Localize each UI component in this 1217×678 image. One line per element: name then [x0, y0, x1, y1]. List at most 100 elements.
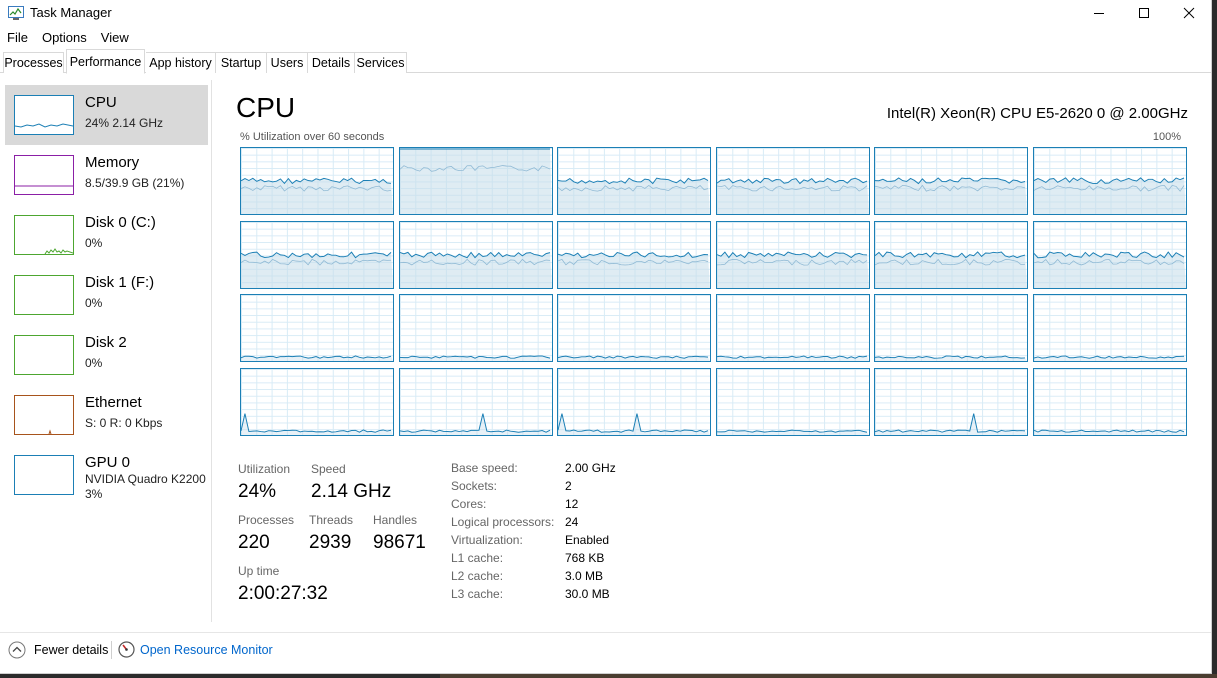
spec-row-cores: Cores: 12: [451, 497, 751, 515]
memory-thumbnail-graph: [14, 155, 74, 195]
close-button[interactable]: [1166, 0, 1212, 26]
task-manager-window: Task Manager File Options View Processes…: [0, 0, 1212, 674]
utilization-area: [399, 148, 552, 214]
task-manager-icon: [8, 6, 24, 20]
fewer-details-button[interactable]: Fewer details: [34, 643, 108, 657]
utilization-area: [399, 355, 552, 361]
sidebar-item-detail: S: 0 R: 0 Kbps: [85, 416, 163, 430]
desktop-background: [440, 674, 1217, 678]
logical-processor-graph: [557, 294, 712, 362]
sidebar-item-disk1[interactable]: Disk 1 (F:) 0%: [5, 265, 208, 325]
disk0-thumbnail-graph: [14, 215, 74, 255]
utilization-area: [716, 251, 869, 288]
sidebar-item-label: GPU 0: [85, 454, 131, 471]
sidebar-item-cpu[interactable]: CPU 24% 2.14 GHz: [5, 85, 208, 145]
logical-processor-graph: [874, 294, 1029, 362]
utilization-line: [399, 413, 550, 433]
utilization-area: [875, 177, 1028, 214]
utilization-area: [875, 413, 1028, 435]
tab-processes[interactable]: Processes: [3, 52, 64, 73]
tab-startup[interactable]: Startup: [216, 52, 267, 73]
spec-value: 3.0 MB: [565, 569, 604, 583]
disk1-thumbnail-graph: [14, 275, 74, 315]
spec-key: Base speed:: [451, 461, 518, 475]
sidebar-item-detail: 24% 2.14 GHz: [85, 116, 164, 130]
utilization-area: [558, 413, 711, 435]
menu-file[interactable]: File: [0, 28, 35, 48]
close-icon: [1183, 7, 1195, 19]
menu-view[interactable]: View: [94, 28, 136, 48]
minimize-icon: [1094, 13, 1104, 14]
utilization-area: [241, 178, 393, 214]
logical-processor-graphs: [240, 147, 1187, 436]
utilization-line: [558, 413, 709, 433]
chevron-up-circle-icon[interactable]: [8, 641, 26, 659]
open-resource-monitor-link[interactable]: Open Resource Monitor: [140, 643, 273, 657]
spec-row-virtualization: Virtualization: Enabled: [451, 533, 751, 551]
speed-value: 2.14 GHz: [311, 481, 392, 502]
cpu-thumbnail-graph: [14, 95, 74, 135]
sidebar-item-ethernet[interactable]: Ethernet S: 0 R: 0 Kbps: [5, 385, 208, 445]
utilization-area: [875, 251, 1028, 288]
logical-processor-graph: [874, 147, 1029, 215]
sidebar-item-memory[interactable]: Memory 8.5/39.9 GB (21%): [5, 145, 208, 205]
logical-processor-graph: [398, 220, 553, 289]
processes-label: Processes: [238, 513, 295, 527]
ethernet-thumbnail-line: [48, 429, 52, 435]
logical-processor-graph: [557, 147, 712, 215]
sidebar-item-detail: 0%: [85, 296, 103, 310]
spec-value: 2.00 GHz: [565, 461, 616, 475]
maximize-button[interactable]: [1121, 0, 1167, 26]
utilization-label: Utilization: [238, 462, 291, 476]
menu-bar: File Options View: [0, 28, 136, 48]
sidebar-item-label: Memory: [85, 154, 140, 171]
sidebar-item-disk0[interactable]: Disk 0 (C:) 0%: [5, 205, 208, 265]
tab-app-history[interactable]: App history: [146, 52, 216, 73]
sidebar-item-gpu0[interactable]: GPU 0 NVIDIA Quadro K2200 3%: [5, 445, 208, 505]
sidebar-item-label: Disk 0 (C:): [85, 214, 156, 231]
tab-users[interactable]: Users: [267, 52, 308, 73]
spec-key: L3 cache:: [451, 587, 504, 601]
tab-performance[interactable]: Performance: [66, 49, 145, 74]
footer-divider: [111, 641, 112, 659]
speed-label: Speed: [311, 462, 346, 476]
spec-key: Logical processors:: [451, 515, 555, 529]
sidebar-item-detail: NVIDIA Quadro K2200: [85, 472, 206, 486]
utilization-area: [558, 251, 711, 288]
logical-processor-graph: [715, 220, 870, 289]
uptime-value: 2:00:27:32: [238, 583, 328, 604]
tab-services[interactable]: Services: [355, 52, 407, 73]
page-title: CPU: [236, 92, 296, 123]
logical-processor-graph: [240, 147, 394, 215]
window-title: Task Manager: [30, 5, 112, 20]
spec-key: Cores:: [451, 497, 487, 511]
footer-bar: Fewer details Open Resource Monitor: [0, 632, 1211, 666]
graph-max-label: 100%: [1152, 131, 1181, 143]
spec-row-l3-cache: L3 cache: 30.0 MB: [451, 587, 751, 605]
spec-key: L2 cache:: [451, 569, 504, 583]
spec-value: 12: [565, 497, 579, 511]
sidebar-item-label: Disk 2: [85, 334, 127, 351]
spec-key: Sockets:: [451, 479, 498, 493]
sidebar-item-disk2[interactable]: Disk 2 0%: [5, 325, 208, 385]
cpu-model-name: Intel(R) Xeon(R) CPU E5-2620 0 @ 2.00GHz: [886, 105, 1188, 122]
minimize-button[interactable]: [1076, 0, 1122, 26]
logical-processor-graph: [240, 220, 394, 289]
tab-details[interactable]: Details: [308, 52, 355, 73]
threads-value: 2939: [309, 532, 352, 553]
logical-processor-graph: [398, 367, 553, 436]
menu-options[interactable]: Options: [35, 28, 94, 48]
tab-bar: Processes Performance App history Startu…: [0, 49, 1211, 74]
spec-key: Virtualization:: [451, 533, 523, 547]
processes-value: 220: [238, 532, 270, 553]
spec-row-logical-processors: Logical processors: 24: [451, 515, 751, 533]
handles-label: Handles: [373, 513, 418, 527]
logical-processor-graph: [715, 147, 870, 215]
sidebar-item-detail: 8.5/39.9 GB (21%): [85, 176, 185, 190]
logical-processor-graph: [240, 294, 394, 362]
logical-processor-graph: [1033, 147, 1187, 215]
utilization-area: [399, 251, 552, 288]
spec-value: 30.0 MB: [565, 587, 610, 601]
sidebar-item-detail: 0%: [85, 236, 103, 250]
spec-value: 2: [565, 479, 572, 493]
